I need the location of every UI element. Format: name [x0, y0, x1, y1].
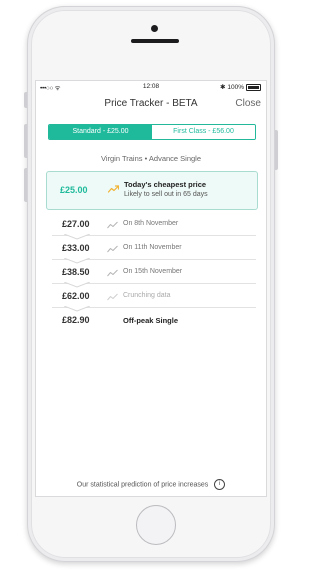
- forecast-price: £33.00: [62, 243, 90, 253]
- forecast-row[interactable]: £38.50 On 15th November: [46, 260, 256, 288]
- forecast-label: Crunching data: [123, 292, 171, 299]
- forecast-price: £62.00: [62, 291, 90, 301]
- home-button[interactable]: [136, 505, 176, 545]
- close-button[interactable]: Close: [235, 98, 261, 109]
- standard-fare-tab[interactable]: Standard - £25.00: [49, 125, 152, 139]
- info-icon[interactable]: i: [214, 479, 226, 490]
- power-button: [275, 130, 278, 170]
- forecast-price: £38.50: [62, 267, 90, 277]
- trend-up-icon: [107, 245, 118, 253]
- forecast-label: Off-peak Single: [123, 316, 179, 325]
- volume-up-button: [24, 124, 27, 158]
- forecast-row[interactable]: £62.00 Crunching data: [46, 284, 256, 312]
- navigation-bar: Price Tracker - BETA Close: [36, 95, 266, 113]
- forecast-price: £27.00: [62, 219, 90, 229]
- volume-down-button: [24, 168, 27, 202]
- forecast-label: On 8th November: [123, 220, 179, 227]
- app-screen: •••○○ ᯤ 12:08 ✱ 100% Price Tracker - BET…: [35, 80, 267, 497]
- trend-up-icon: [107, 269, 118, 277]
- footer-text: Our statistical prediction of price incr…: [76, 481, 209, 489]
- battery-text: ✱ 100%: [220, 84, 244, 91]
- cheapest-title: Today's cheapest price: [124, 180, 207, 189]
- battery-icon: [246, 83, 261, 91]
- sellout-forecast: Likely to sell out in 65 days: [124, 191, 208, 198]
- cheapest-price: £25.00: [60, 185, 88, 195]
- trend-up-icon: [107, 221, 118, 229]
- trend-up-icon: [107, 293, 118, 301]
- mute-switch: [24, 92, 27, 108]
- forecast-row-off-peak[interactable]: £82.90 Off-peak Single: [46, 308, 256, 332]
- page-title: Price Tracker - BETA: [104, 98, 198, 109]
- battery-status: ✱ 100%: [220, 83, 261, 91]
- forecast-price: £82.90: [62, 315, 90, 325]
- cheapest-price-card[interactable]: £25.00 Today's cheapest price Likely to …: [46, 171, 258, 210]
- earpiece-speaker: [131, 39, 179, 43]
- forecast-row[interactable]: £27.00 On 8th November: [46, 212, 256, 240]
- fare-class-toggle: Standard - £25.00 First Class - £56.00: [48, 124, 256, 140]
- forecast-label: On 11th November: [123, 244, 182, 251]
- trend-up-icon: [108, 185, 119, 193]
- status-bar: •••○○ ᯤ 12:08 ✱ 100%: [36, 81, 266, 93]
- forecast-row[interactable]: £33.00 On 11th November: [46, 236, 256, 264]
- first-class-fare-tab[interactable]: First Class - £56.00: [152, 125, 255, 139]
- forecast-label: On 15th November: [123, 268, 183, 275]
- route-info: Virgin Trains • Advance Single: [100, 154, 202, 163]
- prediction-footer: Our statistical prediction of price incr…: [36, 479, 266, 490]
- front-camera: [151, 25, 158, 32]
